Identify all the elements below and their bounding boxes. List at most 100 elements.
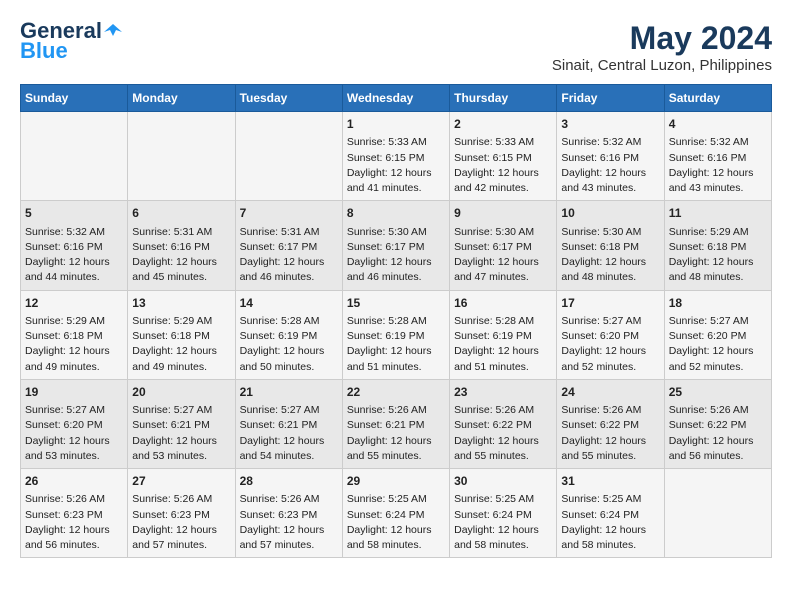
cell-info-line: and 41 minutes. [347, 181, 445, 196]
cell-info-line: Sunrise: 5:27 AM [669, 314, 767, 329]
calendar-week-row: 1Sunrise: 5:33 AMSunset: 6:15 PMDaylight… [21, 112, 772, 201]
calendar-cell: 17Sunrise: 5:27 AMSunset: 6:20 PMDayligh… [557, 290, 664, 379]
cell-info-line: Sunset: 6:16 PM [25, 240, 123, 255]
cell-info-line: Daylight: 12 hours [454, 344, 552, 359]
cell-info-line: Daylight: 12 hours [240, 523, 338, 538]
cell-info-line: Sunset: 6:22 PM [561, 418, 659, 433]
cell-info-line: Daylight: 12 hours [132, 434, 230, 449]
cell-info-line: Sunrise: 5:26 AM [669, 403, 767, 418]
day-number: 13 [132, 295, 230, 312]
calendar-cell: 7Sunrise: 5:31 AMSunset: 6:17 PMDaylight… [235, 201, 342, 290]
cell-info-line: Sunrise: 5:32 AM [669, 135, 767, 150]
cell-info-line: Daylight: 12 hours [669, 434, 767, 449]
header-friday: Friday [557, 85, 664, 112]
cell-info-line: Sunset: 6:16 PM [561, 151, 659, 166]
cell-info-line: and 45 minutes. [132, 270, 230, 285]
cell-info-line: and 57 minutes. [240, 538, 338, 553]
cell-info-line: Sunset: 6:18 PM [132, 329, 230, 344]
calendar-cell: 21Sunrise: 5:27 AMSunset: 6:21 PMDayligh… [235, 379, 342, 468]
cell-info-line: and 43 minutes. [669, 181, 767, 196]
calendar-header-row: Sunday Monday Tuesday Wednesday Thursday… [21, 85, 772, 112]
cell-info-line: and 56 minutes. [669, 449, 767, 464]
calendar-cell: 25Sunrise: 5:26 AMSunset: 6:22 PMDayligh… [664, 379, 771, 468]
calendar-cell: 23Sunrise: 5:26 AMSunset: 6:22 PMDayligh… [450, 379, 557, 468]
day-number: 16 [454, 295, 552, 312]
cell-info-line: Daylight: 12 hours [454, 434, 552, 449]
day-number: 10 [561, 205, 659, 222]
header-monday: Monday [128, 85, 235, 112]
cell-info-line: and 51 minutes. [454, 360, 552, 375]
cell-info-line: Sunset: 6:19 PM [347, 329, 445, 344]
cell-info-line: Sunrise: 5:27 AM [561, 314, 659, 329]
cell-info-line: Sunset: 6:21 PM [347, 418, 445, 433]
cell-info-line: and 46 minutes. [347, 270, 445, 285]
day-number: 19 [25, 384, 123, 401]
cell-info-line: Daylight: 12 hours [240, 344, 338, 359]
cell-info-line: Sunrise: 5:33 AM [347, 135, 445, 150]
cell-info-line: Daylight: 12 hours [347, 344, 445, 359]
calendar-cell: 15Sunrise: 5:28 AMSunset: 6:19 PMDayligh… [342, 290, 449, 379]
header-thursday: Thursday [450, 85, 557, 112]
cell-info-line: Sunrise: 5:29 AM [132, 314, 230, 329]
cell-info-line: and 46 minutes. [240, 270, 338, 285]
cell-info-line: Sunset: 6:23 PM [132, 508, 230, 523]
calendar-cell: 29Sunrise: 5:25 AMSunset: 6:24 PMDayligh… [342, 469, 449, 558]
calendar-cell [664, 469, 771, 558]
cell-info-line: Sunrise: 5:27 AM [240, 403, 338, 418]
cell-info-line: and 42 minutes. [454, 181, 552, 196]
page-header: General Blue May 2024 Sinait, Central Lu… [20, 20, 772, 74]
calendar-cell: 31Sunrise: 5:25 AMSunset: 6:24 PMDayligh… [557, 469, 664, 558]
cell-info-line: Sunrise: 5:30 AM [347, 225, 445, 240]
calendar-week-row: 26Sunrise: 5:26 AMSunset: 6:23 PMDayligh… [21, 469, 772, 558]
logo: General Blue [20, 20, 122, 62]
cell-info-line: Sunset: 6:17 PM [347, 240, 445, 255]
cell-info-line: Sunrise: 5:25 AM [454, 492, 552, 507]
cell-info-line: Daylight: 12 hours [132, 523, 230, 538]
day-number: 9 [454, 205, 552, 222]
calendar-cell: 2Sunrise: 5:33 AMSunset: 6:15 PMDaylight… [450, 112, 557, 201]
cell-info-line: Sunrise: 5:31 AM [240, 225, 338, 240]
calendar-cell: 9Sunrise: 5:30 AMSunset: 6:17 PMDaylight… [450, 201, 557, 290]
cell-info-line: Daylight: 12 hours [454, 255, 552, 270]
cell-info-line: Sunset: 6:17 PM [454, 240, 552, 255]
calendar-cell: 12Sunrise: 5:29 AMSunset: 6:18 PMDayligh… [21, 290, 128, 379]
cell-info-line: Daylight: 12 hours [347, 166, 445, 181]
cell-info-line: and 52 minutes. [561, 360, 659, 375]
day-number: 20 [132, 384, 230, 401]
cell-info-line: and 49 minutes. [132, 360, 230, 375]
calendar-cell: 8Sunrise: 5:30 AMSunset: 6:17 PMDaylight… [342, 201, 449, 290]
cell-info-line: Sunrise: 5:33 AM [454, 135, 552, 150]
cell-info-line: and 48 minutes. [561, 270, 659, 285]
day-number: 6 [132, 205, 230, 222]
cell-info-line: and 51 minutes. [347, 360, 445, 375]
cell-info-line: Daylight: 12 hours [240, 255, 338, 270]
header-tuesday: Tuesday [235, 85, 342, 112]
calendar-cell: 10Sunrise: 5:30 AMSunset: 6:18 PMDayligh… [557, 201, 664, 290]
day-number: 24 [561, 384, 659, 401]
cell-info-line: and 58 minutes. [454, 538, 552, 553]
day-number: 25 [669, 384, 767, 401]
calendar-cell: 26Sunrise: 5:26 AMSunset: 6:23 PMDayligh… [21, 469, 128, 558]
cell-info-line: Sunrise: 5:28 AM [347, 314, 445, 329]
day-number: 2 [454, 116, 552, 133]
day-number: 26 [25, 473, 123, 490]
day-number: 21 [240, 384, 338, 401]
cell-info-line: Sunset: 6:21 PM [132, 418, 230, 433]
calendar-cell [128, 112, 235, 201]
day-number: 29 [347, 473, 445, 490]
cell-info-line: Sunrise: 5:26 AM [561, 403, 659, 418]
cell-info-line: Sunrise: 5:26 AM [132, 492, 230, 507]
cell-info-line: Sunset: 6:24 PM [454, 508, 552, 523]
month-year-title: May 2024 [552, 20, 772, 57]
calendar-cell: 3Sunrise: 5:32 AMSunset: 6:16 PMDaylight… [557, 112, 664, 201]
cell-info-line: Daylight: 12 hours [669, 166, 767, 181]
cell-info-line: Sunrise: 5:26 AM [454, 403, 552, 418]
cell-info-line: Daylight: 12 hours [561, 344, 659, 359]
cell-info-line: Sunrise: 5:27 AM [132, 403, 230, 418]
calendar-cell: 19Sunrise: 5:27 AMSunset: 6:20 PMDayligh… [21, 379, 128, 468]
cell-info-line: Daylight: 12 hours [669, 344, 767, 359]
logo-blue: Blue [20, 40, 68, 62]
cell-info-line: Sunset: 6:18 PM [561, 240, 659, 255]
day-number: 1 [347, 116, 445, 133]
calendar-cell: 20 Sunrise: 5:27 AMSunset: 6:21 PMDayligh… [128, 379, 235, 468]
